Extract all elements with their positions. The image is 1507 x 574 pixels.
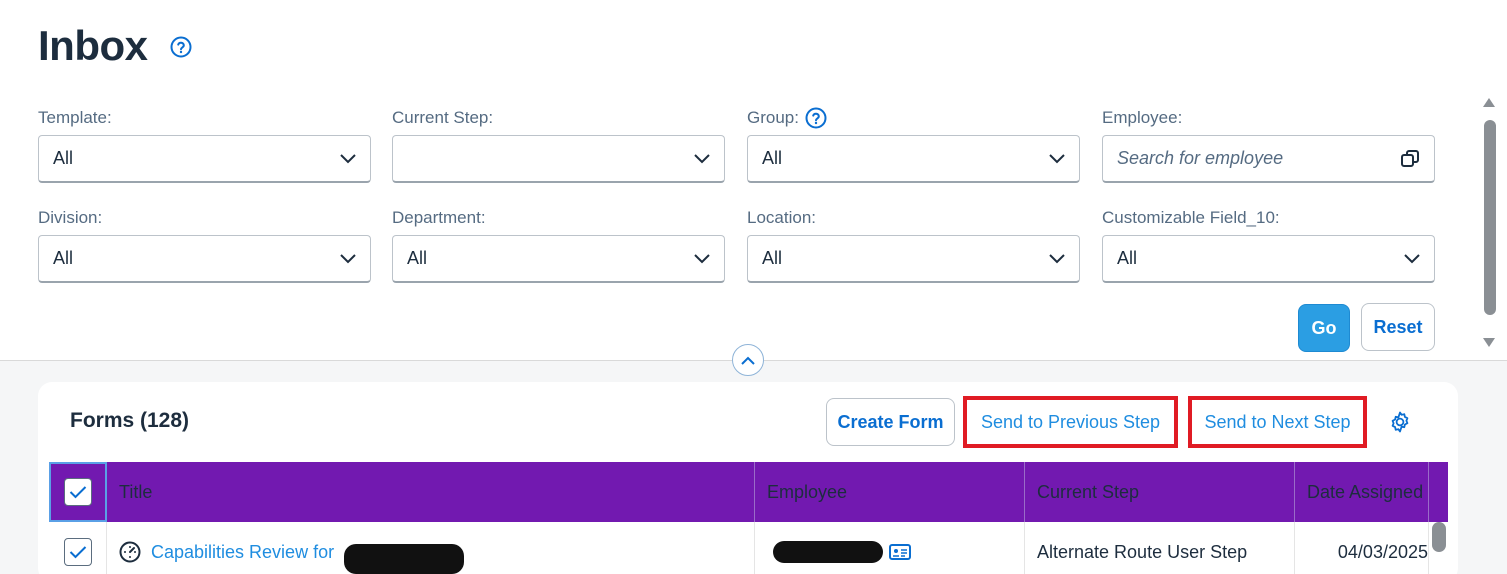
- select-value: All: [762, 148, 783, 168]
- go-button[interactable]: Go: [1298, 304, 1350, 352]
- create-form-button[interactable]: Create Form: [826, 398, 955, 446]
- filter-header: Inbox Template: All Current Step: Group:: [0, 0, 1480, 360]
- form-title-link[interactable]: Capabilities Review for: [151, 542, 334, 563]
- column-header-date-assigned[interactable]: Date Assigned: [1295, 462, 1429, 522]
- value-help-icon[interactable]: [1400, 149, 1420, 169]
- custom-field-10-select[interactable]: All: [1102, 235, 1435, 283]
- current-step-select[interactable]: [392, 135, 725, 183]
- checkmark-icon: [69, 486, 87, 499]
- chevron-down-icon: [694, 153, 710, 163]
- filter-label: Division:: [38, 208, 103, 227]
- filter-label: Employee:: [1102, 108, 1183, 127]
- gauge-icon: [119, 541, 141, 563]
- redacted-employee: [773, 541, 883, 563]
- select-value: All: [53, 248, 74, 268]
- row-checkbox[interactable]: [63, 538, 92, 566]
- row-select-cell: [49, 522, 107, 574]
- filter-label: Current Step:: [392, 108, 494, 127]
- select-value: All: [1117, 248, 1138, 268]
- page-title: Inbox: [38, 22, 148, 69]
- table-header: Title Employee Current Step Date Assigne…: [49, 462, 1448, 522]
- help-circle-icon[interactable]: [170, 36, 192, 58]
- collapse-header-button[interactable]: [732, 344, 764, 376]
- chevron-down-icon: [1049, 253, 1065, 263]
- filter-location: Location: All: [747, 207, 1080, 283]
- search-placeholder: Search for employee: [1117, 148, 1284, 168]
- division-select[interactable]: All: [38, 235, 371, 283]
- filter-label: Template:: [38, 108, 112, 127]
- checkmark-icon: [69, 546, 86, 559]
- row-title-cell: Capabilities Review for: [107, 522, 755, 574]
- reset-button[interactable]: Reset: [1361, 303, 1435, 351]
- select-all-cell: [49, 462, 107, 522]
- row-date-assigned-cell: 04/03/2025: [1295, 522, 1429, 574]
- department-select[interactable]: All: [392, 235, 725, 283]
- filter-label: Location:: [747, 208, 816, 227]
- help-circle-icon[interactable]: [805, 107, 827, 129]
- table-row[interactable]: Capabilities Review for Alternate Route …: [49, 522, 1448, 574]
- filter-department: Department: All: [392, 207, 725, 283]
- select-value: All: [407, 248, 428, 268]
- table-scrollbar-thumb[interactable]: [1432, 522, 1446, 552]
- contact-card-icon[interactable]: [889, 544, 911, 560]
- filter-label: Department:: [392, 208, 486, 227]
- page-scrollbar-thumb[interactable]: [1484, 120, 1496, 315]
- send-to-previous-step-button[interactable]: Send to Previous Step: [963, 396, 1178, 448]
- filter-label: Customizable Field_10:: [1102, 208, 1280, 227]
- template-select[interactable]: All: [38, 135, 371, 183]
- chevron-down-icon: [1049, 153, 1065, 163]
- filter-label-group: Group:: [747, 107, 1080, 129]
- filter-custom-field-10: Customizable Field_10: All: [1102, 207, 1435, 283]
- chevron-down-icon: [340, 253, 356, 263]
- employee-search-input[interactable]: Search for employee: [1102, 135, 1435, 183]
- filter-group: Group: All: [747, 107, 1080, 183]
- chevron-down-icon: [1404, 253, 1420, 263]
- filter-label-text: Group:: [747, 108, 799, 127]
- filter-current-step: Current Step:: [392, 107, 725, 183]
- chevron-down-icon: [694, 253, 710, 263]
- redacted-name: [344, 544, 465, 574]
- group-select[interactable]: All: [747, 135, 1080, 183]
- column-header-employee[interactable]: Employee: [755, 462, 1025, 522]
- forms-table-title: Forms (128): [70, 409, 190, 432]
- filter-template: Template: All: [38, 107, 371, 183]
- send-to-next-step-button[interactable]: Send to Next Step: [1188, 396, 1367, 448]
- chevron-down-icon: [340, 153, 356, 163]
- gear-icon[interactable]: [1388, 410, 1412, 434]
- chevron-up-icon: [741, 356, 755, 365]
- column-header-title[interactable]: Title: [107, 462, 755, 522]
- select-value: All: [762, 248, 783, 268]
- column-header-current-step[interactable]: Current Step: [1025, 462, 1295, 522]
- select-value: All: [53, 148, 74, 168]
- location-select[interactable]: All: [747, 235, 1080, 283]
- select-all-checkbox[interactable]: [64, 478, 92, 506]
- row-current-step-cell: Alternate Route User Step: [1025, 522, 1295, 574]
- filter-division: Division: All: [38, 207, 371, 283]
- filter-employee: Employee: Search for employee: [1102, 107, 1435, 183]
- row-employee-cell: [755, 522, 1025, 574]
